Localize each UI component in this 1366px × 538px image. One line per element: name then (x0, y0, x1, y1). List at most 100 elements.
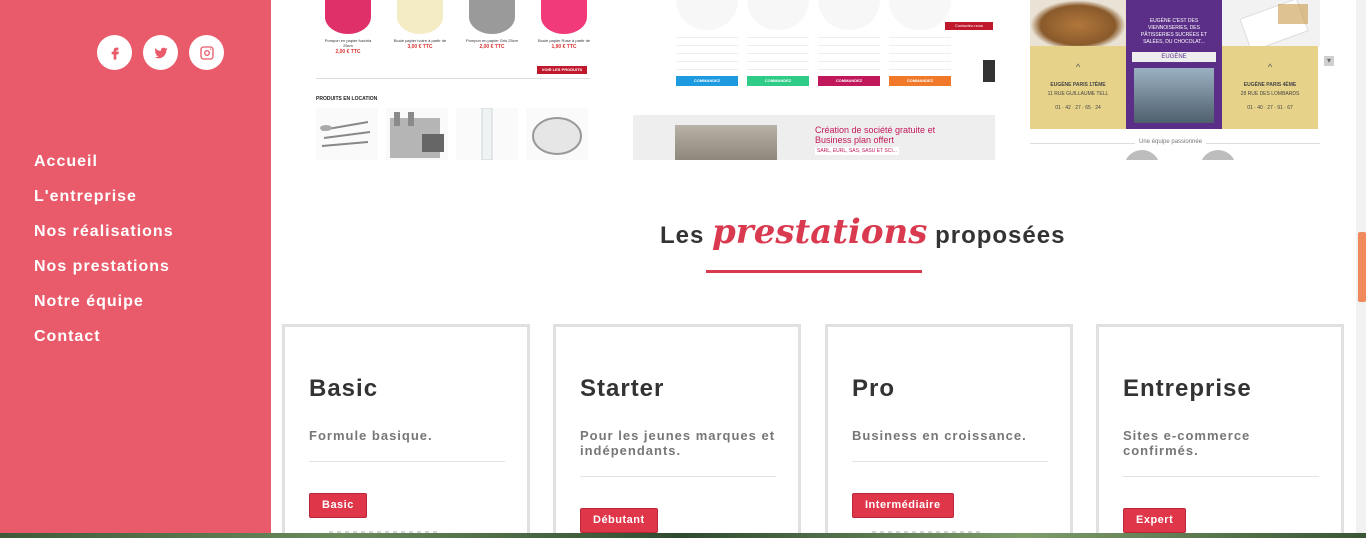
company-plan: COMMANDEZ (889, 0, 951, 86)
product-price: 3,00 € TTC (407, 44, 433, 50)
shop-address: 28 RUE DES LOMBARDS (1240, 91, 1300, 97)
nav-link-prestations[interactable]: Nos prestations (34, 258, 170, 275)
product-price: 2,00 € TTC (479, 44, 505, 50)
section-title: Les prestations proposées (660, 212, 1065, 252)
product-name: Boule papier Rose à partir de (537, 38, 591, 43)
portfolio-company-screenshot[interactable]: COMMANDEZ COMMANDEZ COMMANDEZ COMMANDEZ … (633, 0, 995, 160)
shop-location-title: PRODUITS EN LOCATION (316, 96, 378, 102)
company-contact-tag: Contactez-nous (945, 22, 993, 30)
portfolio-shop-screenshot[interactable]: Pompon en papier fuschia 25cm 2,00 € TTC… (314, 0, 592, 160)
card-level-badge[interactable]: Débutant (580, 508, 658, 533)
plan-header (889, 0, 951, 30)
facebook-icon (111, 47, 119, 60)
facebook-link[interactable] (97, 35, 132, 70)
twitter-link[interactable] (143, 35, 178, 70)
nav-link-contact[interactable]: Contact (34, 328, 101, 345)
card-title: Basic (309, 375, 379, 402)
section-title-script: prestations (712, 212, 928, 252)
shop-product: Boule papier ivoire à partir de 3,00 € T… (392, 0, 448, 55)
nav-link-realisations[interactable]: Nos réalisations (34, 223, 174, 240)
product-name: Boule papier ivoire à partir de (393, 38, 447, 43)
product-name: Pompon en papier fuschia 25cm (324, 38, 372, 48)
bread-image (1030, 0, 1126, 46)
company-plan: COMMANDEZ (747, 0, 809, 86)
company-banner: Création de société gratuite et Business… (633, 115, 995, 160)
twitter-icon (153, 47, 168, 58)
plan-line (676, 38, 738, 46)
bakery-intro-panel: EUGÈNE C'EST DES VIENNOISERIES, DES PÂTI… (1126, 0, 1222, 129)
plan-line (889, 46, 951, 54)
product-image (469, 0, 515, 34)
pastry-box-image (1222, 0, 1320, 52)
shop-name: EUGÈNE PARIS 17ÈME (1050, 82, 1106, 88)
nav-link-accueil[interactable]: Accueil (34, 153, 98, 170)
shop-phone: 01 · 42 · 27 · 65 · 24 (1055, 105, 1101, 111)
plan-line (818, 46, 880, 54)
pricing-card-basic: Basic Formule basique. Basic (282, 324, 530, 538)
section-title-after: proposées (935, 222, 1066, 249)
card-level-badge[interactable]: Basic (309, 493, 367, 518)
portfolio-bakery-screenshot[interactable]: EUGÈNE C'EST DES VIENNOISERIES, DES PÂTI… (1030, 0, 1320, 160)
pricing-card-starter: Starter Pour les jeunes marques et indép… (553, 324, 801, 538)
banner-title: Création de société gratuite et Business… (815, 125, 936, 145)
cutlery-image (316, 108, 378, 160)
card-level-badge[interactable]: Intermédiaire (852, 493, 954, 518)
nav-item-accueil: Accueil (34, 153, 174, 188)
product-image (325, 0, 371, 34)
store-sign-text: EUGÈNE (1161, 54, 1187, 60)
pricing-card-entreprise: Entreprise Sites e-commerce confirmés. E… (1096, 324, 1344, 538)
nav-link-equipe[interactable]: Notre équipe (34, 293, 144, 310)
plan-line (676, 62, 738, 70)
glass-vase-image (456, 107, 518, 160)
social-links (97, 35, 224, 70)
card-description: Business en croissance. (852, 428, 1027, 443)
scroll-up-arrow-icon[interactable] (1356, 0, 1366, 6)
scroll-marker-icon[interactable]: ▾ (1324, 56, 1334, 66)
instagram-link[interactable] (189, 35, 224, 70)
nav-item-entreprise: L'entreprise (34, 188, 174, 223)
plan-order-button: COMMANDEZ (818, 76, 880, 86)
main-nav: Accueil L'entreprise Nos réalisations No… (34, 153, 174, 363)
pricing-card-pro: Pro Business en croissance. Intermédiair… (825, 324, 1073, 538)
footer-background-strip (0, 533, 1366, 538)
plan-order-button: COMMANDEZ (747, 76, 809, 86)
plan-header (747, 0, 809, 30)
bakery-shop-17: ^ EUGÈNE PARIS 17ÈME 11 RUE GUILLAUME TE… (1030, 46, 1126, 129)
card-title: Pro (852, 375, 896, 402)
nav-item-prestations: Nos prestations (34, 258, 174, 293)
shop-product: Pompon en papier Gris 25cm 2,00 € TTC (464, 0, 520, 55)
scrollbar-thumb[interactable] (1358, 232, 1366, 302)
page: Accueil L'entreprise Nos réalisations No… (0, 0, 1366, 538)
shop-divider (316, 78, 590, 79)
chevron-up-icon: ^ (1267, 62, 1273, 72)
plan-line (676, 46, 738, 54)
banner-subtitle: SARL, EURL, SAS, SASU ET SCI... (815, 147, 899, 155)
plan-line (889, 38, 951, 46)
instagram-icon (199, 45, 214, 60)
beer-tap-image (386, 108, 448, 160)
bakery-intro-text: EUGÈNE C'EST DES VIENNOISERIES, DES PÂTI… (1140, 18, 1208, 45)
plan-line (818, 30, 880, 38)
plan-order-button: COMMANDEZ (889, 76, 951, 86)
card-divider (580, 476, 776, 477)
plan-order-button: COMMANDEZ (676, 76, 738, 86)
shop-product: Pompon en papier fuschia 25cm 2,00 € TTC (320, 0, 376, 55)
nav-link-entreprise[interactable]: L'entreprise (34, 188, 137, 205)
company-side-tab (983, 60, 995, 82)
shop-product: Boule papier Rose à partir de 1,90 € TTC (536, 0, 592, 55)
storefront-window (1134, 68, 1214, 123)
plan-line (676, 54, 738, 62)
company-plan: COMMANDEZ (676, 0, 738, 86)
card-level-badge[interactable]: Expert (1123, 508, 1187, 533)
plan-line (747, 46, 809, 54)
plan-line (747, 62, 809, 70)
card-divider (1123, 476, 1319, 477)
plan-line (818, 54, 880, 62)
shop-address: 11 RUE GUILLAUME TELL (1047, 91, 1109, 97)
shop-products: Pompon en papier fuschia 25cm 2,00 € TTC… (320, 0, 592, 55)
page-scrollbar[interactable] (1356, 0, 1366, 538)
mirror-plate-image (526, 108, 588, 160)
nav-item-equipe: Notre équipe (34, 293, 174, 328)
card-description: Sites e-commerce confirmés. (1123, 428, 1251, 458)
storefront-sign: EUGÈNE (1132, 52, 1216, 62)
